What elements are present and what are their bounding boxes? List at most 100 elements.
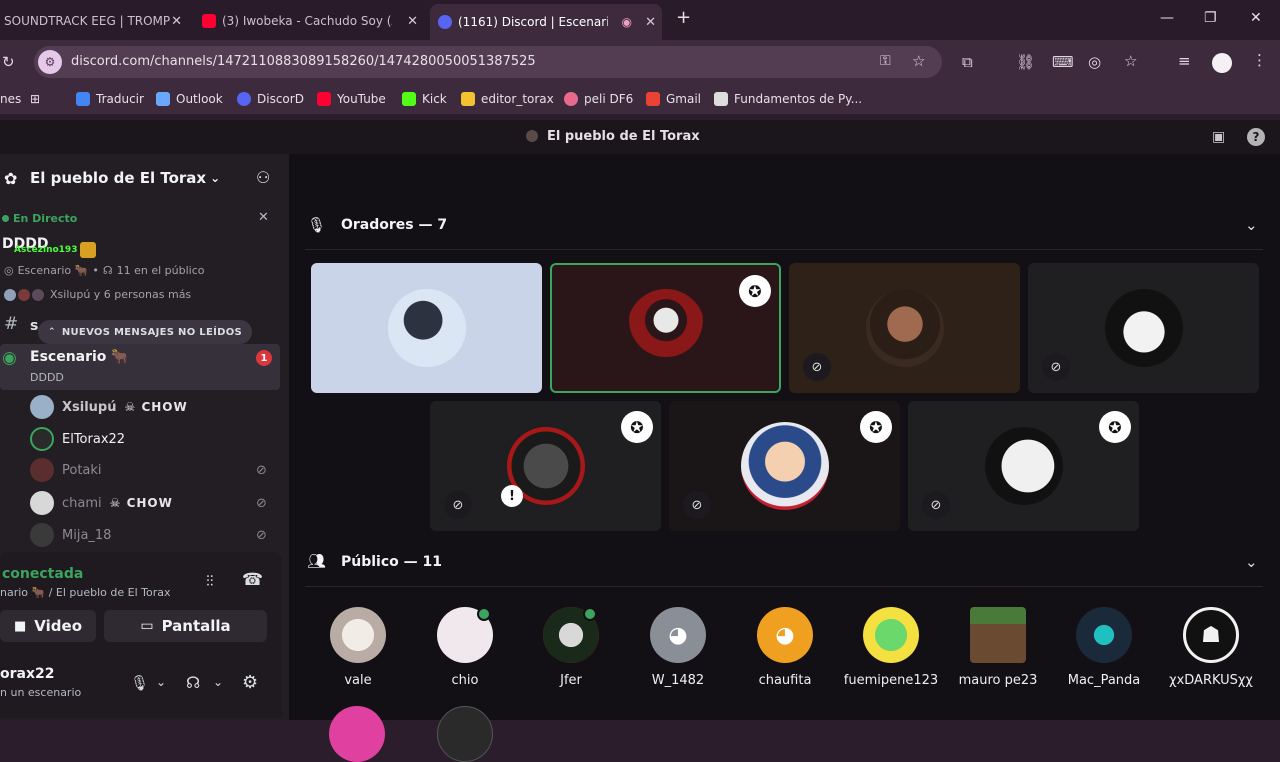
chevron-down-icon[interactable]: ⌄ — [156, 675, 166, 689]
audience-member[interactable]: ☗ χxDARKUSχχ — [1161, 607, 1261, 688]
close-icon[interactable]: ✕ — [407, 14, 418, 29]
bookmark-gmail[interactable]: Gmail — [646, 92, 701, 106]
voice-location[interactable]: nario 🐂 / El pueblo de El Torax — [0, 586, 171, 599]
speaker-card[interactable]: ⊘ — [1028, 263, 1259, 393]
channel-sidebar: ✿ El pueblo de El Torax ⌄ ⚇ En Directo ✕… — [0, 154, 289, 720]
user-name: chami — [62, 495, 102, 511]
voice-user[interactable]: Potaki ⊘ — [30, 457, 267, 483]
member-name: chaufita — [758, 673, 812, 688]
speaker-card[interactable]: ✪ ⊘ — [669, 401, 900, 531]
bookmark-editor[interactable]: editor_torax — [461, 92, 554, 106]
new-tab-icon[interactable]: + — [676, 7, 691, 28]
close-icon[interactable]: ✕ — [258, 210, 269, 225]
apps-icon[interactable]: ⊞ — [30, 92, 40, 106]
divider — [305, 586, 1263, 587]
bookmark-item[interactable]: nes — [0, 92, 21, 106]
stage-main: 🎙︎ Oradores — 7 ⌄ ✪ ⊘ ⊘ ✪ ⊘ ! ✪ ⊘ ✪ ⊘ 👥︎… — [289, 154, 1280, 762]
link-icon[interactable]: ⛓ — [1016, 53, 1035, 71]
current-user-name[interactable]: orax22 — [0, 666, 54, 682]
member-name: mauro pe23 — [958, 673, 1038, 688]
warning-icon: ! — [501, 485, 523, 507]
maximize-icon[interactable]: ❐ — [1204, 10, 1217, 26]
profile-avatar[interactable] — [1212, 53, 1232, 73]
avatar — [4, 288, 16, 301]
unread-messages-pill[interactable]: ⌃ NUEVOS MENSAJES NO LEÍDOS — [38, 320, 253, 344]
audience-member[interactable]: Jfer — [521, 607, 621, 688]
camera-icon: ■ — [14, 618, 27, 634]
sidebar-item-escenario[interactable]: ◉ Escenario 🐂 DDDD 1 — [0, 344, 280, 390]
extensions-icon[interactable]: ⧉ — [962, 53, 973, 71]
bookmark-kick[interactable]: Kick — [402, 92, 447, 106]
avatar — [30, 491, 54, 515]
audience-member[interactable]: ◕ chaufita — [735, 607, 835, 688]
close-icon[interactable]: ✕ — [171, 14, 182, 29]
inbox-icon[interactable]: ▣ — [1212, 129, 1225, 145]
bookmark-fundamentos[interactable]: Fundamentos de Py... — [714, 92, 862, 106]
microphone-icon[interactable]: 🎙︎ — [130, 674, 149, 692]
chevron-down-icon[interactable]: ⌄ — [1245, 553, 1258, 571]
media-icon[interactable]: ≡ — [1178, 52, 1191, 70]
invite-icon[interactable]: ⚇ — [256, 168, 270, 187]
speaker-card[interactable]: ✪ ⊘ — [908, 401, 1139, 531]
tab-discord[interactable]: (1161) Discord | Escenario 🐂 ◉ ✕ — [430, 4, 662, 40]
star-icon[interactable]: ☆ — [912, 52, 925, 70]
audience-member[interactable]: ◕ W_1482 — [628, 607, 728, 688]
address-toolbar: ↻ ⚙ discord.com/channels/147211088308915… — [0, 40, 1280, 86]
chevron-down-icon[interactable]: ⌄ — [213, 675, 223, 689]
noise-suppression-icon[interactable]: ⫶⫶ — [206, 572, 214, 590]
audience-member[interactable]: mauro pe23 — [948, 607, 1048, 688]
audience-member[interactable]: fuemipene123 — [841, 607, 941, 688]
avatar — [1104, 289, 1183, 367]
bookmark-peli[interactable]: peli DF6 — [564, 92, 633, 106]
key-icon[interactable]: ⚿ — [880, 53, 891, 69]
server-icon — [526, 130, 538, 142]
bookmark-discord[interactable]: DiscorD — [237, 92, 304, 106]
avatar[interactable] — [437, 706, 493, 762]
minimize-icon[interactable]: — — [1160, 10, 1174, 26]
speaker-card[interactable] — [311, 263, 542, 393]
close-icon[interactable]: ✕ — [645, 15, 656, 30]
audience-member[interactable]: Mac_Panda — [1054, 607, 1154, 688]
chevron-down-icon[interactable]: ⌄ — [1245, 216, 1258, 234]
voice-user[interactable]: chami ☠ CHOW ⊘ — [30, 490, 267, 516]
youtube-icon — [202, 14, 216, 28]
emoji-icon — [80, 242, 96, 258]
close-window-icon[interactable]: ✕ — [1250, 10, 1262, 26]
help-icon[interactable]: ? — [1247, 128, 1265, 146]
speaker-card[interactable]: ✪ ⊘ ! — [430, 401, 661, 531]
screen-share-button[interactable]: ▭ Pantalla — [104, 610, 267, 642]
live-label: En Directo — [13, 212, 78, 225]
site-info-icon[interactable]: ⚙ — [38, 50, 62, 74]
server-name-header[interactable]: El pueblo de El Torax ⌄ — [30, 169, 220, 187]
tab-soundtrack[interactable]: SOUNDTRACK EEG | TROMP ✕ — [0, 6, 188, 36]
tab-youtube[interactable]: (3) Iwobeka - Cachudo Soy (Au ✕ — [196, 6, 424, 36]
more-icon[interactable]: ⋮ — [1252, 51, 1267, 69]
lens-icon[interactable]: ◎ — [1088, 53, 1101, 71]
headphones-icon: ☊ — [102, 264, 113, 277]
bookmark-star-icon[interactable]: ☆ — [1124, 52, 1137, 70]
video-button[interactable]: ■ Video — [0, 610, 96, 642]
bookmark-outlook[interactable]: Outlook — [156, 92, 223, 106]
speaker-card[interactable]: ✪ — [550, 263, 781, 393]
speaker-card[interactable]: ⊘ — [789, 263, 1020, 393]
headphones-icon[interactable]: ☊ — [186, 673, 200, 692]
voice-user[interactable]: Xsilupú ☠ CHOW — [30, 394, 188, 420]
reload-icon[interactable]: ↻ — [2, 53, 15, 71]
translate-icon[interactable]: ⌨ — [1052, 53, 1074, 71]
live-indicator: En Directo — [2, 212, 77, 225]
address-bar[interactable]: ⚙ discord.com/channels/14721108830891582… — [34, 46, 942, 78]
audience-member[interactable]: chio — [415, 607, 515, 688]
audience-member[interactable]: vale — [308, 607, 408, 688]
settings-gear-icon[interactable]: ⚙ — [242, 672, 258, 693]
avatar[interactable] — [329, 706, 385, 762]
unread-pill-label: NUEVOS MENSAJES NO LEÍDOS — [61, 326, 243, 338]
disconnect-icon[interactable]: ☎ — [242, 570, 263, 590]
member-name: W_1482 — [651, 673, 705, 688]
bookmark-traducir[interactable]: Traducir — [76, 92, 144, 106]
voice-user[interactable]: ElTorax22 — [30, 426, 125, 452]
bookmark-youtube[interactable]: YouTube — [317, 92, 386, 106]
avatar — [30, 523, 54, 547]
avatar — [970, 607, 1026, 663]
tab-title: (1161) Discord | Escenario 🐂 — [458, 15, 608, 29]
voice-user[interactable]: Mija_18 ⊘ — [30, 522, 267, 548]
